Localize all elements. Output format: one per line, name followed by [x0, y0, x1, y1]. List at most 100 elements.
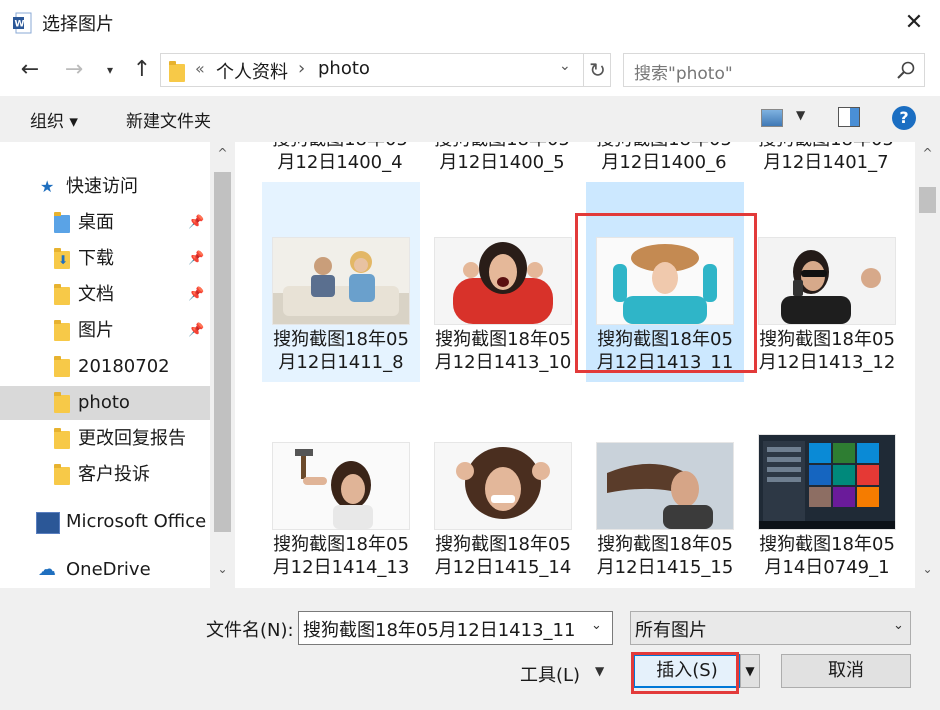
file-tile[interactable]: 搜狗截图18年05 月12日1415_15 — [586, 387, 744, 587]
documents-folder-icon — [54, 284, 70, 305]
view-options-chevron-icon[interactable]: ▼ — [796, 108, 805, 122]
forward-arrow-icon[interactable]: → — [60, 56, 88, 84]
search-icon[interactable] — [896, 60, 916, 85]
cancel-button[interactable]: 取消 — [781, 654, 911, 688]
image-thumbnail — [434, 237, 572, 325]
file-label: 搜狗截图18年05 月12日1414_13 — [272, 534, 410, 578]
pin-icon[interactable]: 📌 — [188, 242, 204, 276]
file-label[interactable]: 搜狗截图18年05 月12日1400_5 — [423, 142, 581, 174]
nav-item-desktop[interactable]: 桌面 📌 — [0, 206, 210, 240]
nav-label: OneDrive — [66, 559, 151, 580]
insert-options-chevron-icon[interactable]: ▼ — [740, 654, 760, 688]
pictures-folder-icon — [54, 320, 70, 341]
image-thumbnail — [272, 442, 410, 530]
address-overflow-chevron[interactable]: « — [195, 59, 205, 78]
nav-item-20180702[interactable]: 20180702 — [0, 350, 210, 384]
nav-item-customer-complaints[interactable]: 客户投诉 — [0, 458, 210, 492]
preview-pane-icon[interactable] — [838, 107, 860, 127]
scroll-up-icon[interactable]: ^ — [210, 146, 235, 160]
star-icon: ★ — [40, 177, 55, 196]
address-dropdown-icon[interactable]: ⌄ — [559, 58, 571, 74]
pin-icon[interactable]: 📌 — [188, 206, 204, 240]
folder-icon — [54, 464, 70, 485]
file-list-scrollbar[interactable]: ^ ⌄ — [915, 142, 940, 588]
nav-item-photo[interactable]: photo — [0, 386, 210, 420]
file-type-select[interactable]: 所有图片 ⌄ — [630, 611, 911, 645]
toolbar: 组织 ▾ 新建文件夹 ▼ — [0, 96, 940, 142]
file-label[interactable]: 搜狗截图18年05 月12日1400_4 — [261, 142, 419, 174]
desktop-folder-icon — [54, 212, 70, 233]
nav-label: 桌面 — [78, 212, 114, 233]
nav-label: 文档 — [78, 284, 114, 305]
nav-quick-access[interactable]: ★ 快速访问 — [0, 170, 210, 204]
folder-icon — [54, 392, 70, 413]
file-label: 搜狗截图18年05 月14日0749_1 — [759, 534, 895, 578]
organize-button[interactable]: 组织 ▾ — [30, 107, 78, 132]
tools-chevron-icon[interactable]: ▼ — [595, 664, 604, 678]
address-bar[interactable]: « 个人资料 › photo ⌄ — [160, 53, 611, 87]
image-thumbnail — [758, 237, 896, 325]
nav-label: 客户投诉 — [78, 464, 150, 485]
file-tile[interactable]: 搜狗截图18年05 月12日1413_12 — [748, 182, 906, 382]
file-tile[interactable]: 搜狗截图18年05 月12日1411_8 — [262, 182, 420, 382]
nav-label: 快速访问 — [66, 176, 138, 197]
nav-item-change-reply-report[interactable]: 更改回复报告 — [0, 422, 210, 456]
breadcrumb-photo[interactable]: photo — [318, 58, 370, 79]
nav-label: Microsoft Office — [66, 511, 207, 532]
file-tile[interactable]: 搜狗截图18年05 月12日1415_14 — [424, 387, 582, 587]
filename-history-chevron-icon[interactable]: ⌄ — [591, 618, 602, 633]
insert-highlight-annotation — [631, 652, 739, 694]
file-label: 搜狗截图18年05 月12日1415_14 — [434, 534, 572, 578]
file-type-value: 所有图片 — [635, 620, 707, 641]
folder-icon — [54, 356, 70, 377]
breadcrumb-personal-data[interactable]: 个人资料 — [216, 58, 288, 84]
nav-item-onedrive[interactable]: ☁ OneDrive — [0, 553, 210, 587]
file-type-chevron-icon[interactable]: ⌄ — [893, 618, 904, 633]
file-label: 搜狗截图18年05 月12日1411_8 — [273, 329, 409, 373]
file-label: 搜狗截图18年05 月12日1415_15 — [596, 534, 734, 578]
scroll-down-icon[interactable]: ⌄ — [915, 562, 940, 576]
refresh-icon[interactable]: ↻ — [583, 53, 611, 87]
nav-label: photo — [78, 392, 130, 413]
nav-label: 更改回复报告 — [78, 428, 186, 449]
word-icon — [36, 512, 60, 534]
tools-button[interactable]: 工具(L) — [520, 661, 580, 687]
file-list-scroll-thumb[interactable] — [919, 187, 936, 213]
new-folder-button[interactable]: 新建文件夹 — [126, 107, 211, 132]
nav-item-microsoft-office[interactable]: Microsoft Office — [0, 505, 210, 539]
scroll-up-icon[interactable]: ^ — [915, 146, 940, 160]
breadcrumb-separator[interactable]: › — [298, 58, 305, 79]
file-tile[interactable]: 搜狗截图18年05 月12日1413_10 — [424, 182, 582, 382]
navigation-pane: ★ 快速访问 桌面 📌 ⬇ 下载 📌 文档 📌 图片 📌 20180702 ph… — [0, 142, 235, 588]
nav-label: 图片 — [78, 320, 114, 341]
svg-text:W: W — [15, 20, 25, 30]
change-view-icon[interactable] — [761, 109, 783, 127]
file-label: 搜狗截图18年05 月12日1413_10 — [434, 329, 572, 373]
nav-scrollbar[interactable]: ^ ⌄ — [210, 142, 235, 588]
pin-icon[interactable]: 📌 — [188, 278, 204, 312]
nav-label: 下载 — [78, 248, 114, 269]
file-label[interactable]: 搜狗截图18年05 月12日1400_6 — [585, 142, 743, 174]
filename-label: 文件名(N): — [206, 620, 294, 641]
filename-input[interactable]: 搜狗截图18年05月12日1413_11 ⌄ — [298, 611, 613, 645]
file-tile[interactable]: 搜狗截图18年05 月14日0749_1 — [748, 387, 906, 587]
scroll-down-icon[interactable]: ⌄ — [210, 562, 235, 576]
help-icon[interactable]: ? — [892, 106, 916, 130]
back-arrow-icon[interactable]: ← — [16, 56, 44, 84]
filename-value[interactable]: 搜狗截图18年05月12日1413_11 — [303, 616, 575, 642]
file-label[interactable]: 搜狗截图18年05 月12日1401_7 — [747, 142, 905, 174]
nav-item-downloads[interactable]: ⬇ 下载 📌 — [0, 242, 210, 276]
image-thumbnail — [596, 442, 734, 530]
nav-item-pictures[interactable]: 图片 📌 — [0, 314, 210, 348]
nav-scroll-thumb[interactable] — [214, 172, 231, 532]
search-input[interactable]: 搜索"photo" — [634, 59, 733, 84]
cloud-icon: ☁ — [38, 559, 56, 580]
folder-icon — [54, 428, 70, 449]
pin-icon[interactable]: 📌 — [188, 314, 204, 348]
up-arrow-icon[interactable]: ↑ — [128, 56, 156, 84]
recent-locations-chevron-icon[interactable]: ▾ — [100, 56, 120, 84]
nav-item-documents[interactable]: 文档 📌 — [0, 278, 210, 312]
close-button[interactable]: ✕ — [896, 8, 932, 38]
file-tile[interactable]: 搜狗截图18年05 月12日1414_13 — [262, 387, 420, 587]
search-box[interactable]: 搜索"photo" — [623, 53, 925, 87]
